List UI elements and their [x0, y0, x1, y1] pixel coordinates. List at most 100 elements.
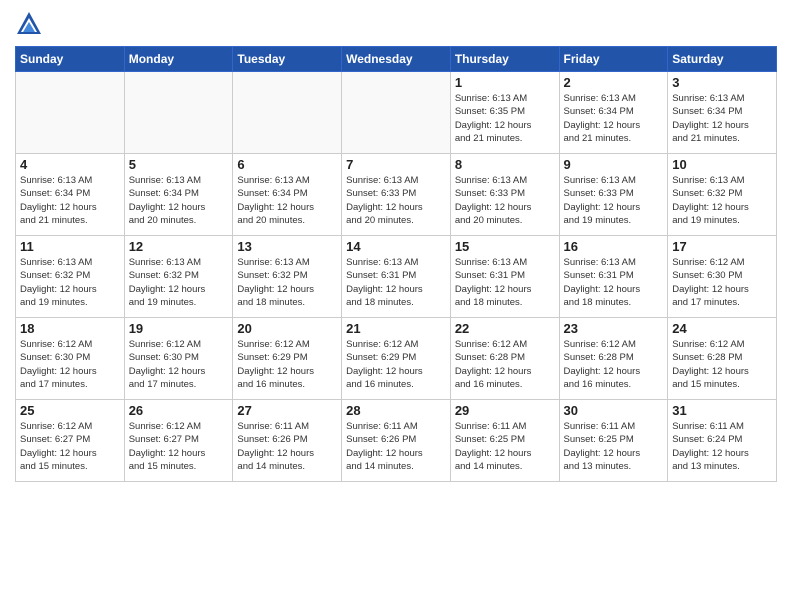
day-number: 23: [564, 321, 664, 336]
day-number: 17: [672, 239, 772, 254]
day-number: 11: [20, 239, 120, 254]
calendar-header-row: SundayMondayTuesdayWednesdayThursdayFrid…: [16, 47, 777, 72]
day-info: Sunrise: 6:13 AM Sunset: 6:31 PM Dayligh…: [564, 256, 664, 309]
calendar-header-sunday: Sunday: [16, 47, 125, 72]
calendar-week-1: 1 Sunrise: 6:13 AM Sunset: 6:35 PM Daylig…: [16, 72, 777, 154]
day-number: 15: [455, 239, 555, 254]
calendar-week-4: 18 Sunrise: 6:12 AM Sunset: 6:30 PM Dayli…: [16, 318, 777, 400]
day-info: Sunrise: 6:11 AM Sunset: 6:25 PM Dayligh…: [564, 420, 664, 473]
day-number: 10: [672, 157, 772, 172]
calendar-cell: 22 Sunrise: 6:12 AM Sunset: 6:28 PM Dayli…: [450, 318, 559, 400]
day-number: 29: [455, 403, 555, 418]
calendar-cell: 12 Sunrise: 6:13 AM Sunset: 6:32 PM Dayli…: [124, 236, 233, 318]
day-info: Sunrise: 6:12 AM Sunset: 6:29 PM Dayligh…: [346, 338, 446, 391]
calendar-cell: 29Sunrise: 6:11 AM Sunset: 6:25 PM Dayli…: [450, 400, 559, 482]
day-number: 25: [20, 403, 120, 418]
day-info: Sunrise: 6:13 AM Sunset: 6:31 PM Dayligh…: [455, 256, 555, 309]
day-number: 8: [455, 157, 555, 172]
day-number: 18: [20, 321, 120, 336]
day-info: Sunrise: 6:12 AM Sunset: 6:29 PM Dayligh…: [237, 338, 337, 391]
day-info: Sunrise: 6:13 AM Sunset: 6:32 PM Dayligh…: [129, 256, 229, 309]
day-number: 24: [672, 321, 772, 336]
calendar-header-saturday: Saturday: [668, 47, 777, 72]
calendar-cell: 18 Sunrise: 6:12 AM Sunset: 6:30 PM Dayli…: [16, 318, 125, 400]
day-number: 5: [129, 157, 229, 172]
calendar-cell: 4Sunrise: 6:13 AM Sunset: 6:34 PM Daylig…: [16, 154, 125, 236]
day-number: 19: [129, 321, 229, 336]
day-number: 3: [672, 75, 772, 90]
calendar-cell: 19 Sunrise: 6:12 AM Sunset: 6:30 PM Dayli…: [124, 318, 233, 400]
day-info: Sunrise: 6:12 AM Sunset: 6:28 PM Dayligh…: [455, 338, 555, 391]
day-info: Sunrise: 6:12 AM Sunset: 6:30 PM Dayligh…: [20, 338, 120, 391]
calendar-cell: 6 Sunrise: 6:13 AM Sunset: 6:34 PM Daylig…: [233, 154, 342, 236]
logo: [15, 10, 47, 38]
day-number: 16: [564, 239, 664, 254]
calendar-cell: 10Sunrise: 6:13 AM Sunset: 6:32 PM Dayli…: [668, 154, 777, 236]
day-info: Sunrise: 6:13 AM Sunset: 6:32 PM Dayligh…: [237, 256, 337, 309]
calendar-cell: 16 Sunrise: 6:13 AM Sunset: 6:31 PM Dayli…: [559, 236, 668, 318]
day-info: Sunrise: 6:13 AM Sunset: 6:34 PM Dayligh…: [672, 92, 772, 145]
day-info: Sunrise: 6:12 AM Sunset: 6:28 PM Dayligh…: [672, 338, 772, 391]
day-number: 14: [346, 239, 446, 254]
day-info: Sunrise: 6:13 AM Sunset: 6:34 PM Dayligh…: [564, 92, 664, 145]
calendar-cell: 17 Sunrise: 6:12 AM Sunset: 6:30 PM Dayli…: [668, 236, 777, 318]
calendar-cell: 25 Sunrise: 6:12 AM Sunset: 6:27 PM Dayli…: [16, 400, 125, 482]
day-number: 28: [346, 403, 446, 418]
calendar-cell: 3 Sunrise: 6:13 AM Sunset: 6:34 PM Daylig…: [668, 72, 777, 154]
calendar-cell: [233, 72, 342, 154]
day-info: Sunrise: 6:12 AM Sunset: 6:30 PM Dayligh…: [129, 338, 229, 391]
calendar-header-wednesday: Wednesday: [342, 47, 451, 72]
calendar-cell: 7 Sunrise: 6:13 AM Sunset: 6:33 PM Daylig…: [342, 154, 451, 236]
day-info: Sunrise: 6:12 AM Sunset: 6:30 PM Dayligh…: [672, 256, 772, 309]
calendar-cell: 23 Sunrise: 6:12 AM Sunset: 6:28 PM Dayli…: [559, 318, 668, 400]
calendar-cell: 15 Sunrise: 6:13 AM Sunset: 6:31 PM Dayli…: [450, 236, 559, 318]
calendar-cell: 13 Sunrise: 6:13 AM Sunset: 6:32 PM Dayli…: [233, 236, 342, 318]
page-container: SundayMondayTuesdayWednesdayThursdayFrid…: [0, 0, 792, 492]
day-number: 7: [346, 157, 446, 172]
day-number: 9: [564, 157, 664, 172]
calendar-cell: 28 Sunrise: 6:11 AM Sunset: 6:26 PM Dayli…: [342, 400, 451, 482]
calendar-header-friday: Friday: [559, 47, 668, 72]
day-info: Sunrise: 6:13 AM Sunset: 6:35 PM Dayligh…: [455, 92, 555, 145]
calendar-week-2: 4Sunrise: 6:13 AM Sunset: 6:34 PM Daylig…: [16, 154, 777, 236]
day-number: 20: [237, 321, 337, 336]
calendar-cell: 20 Sunrise: 6:12 AM Sunset: 6:29 PM Dayli…: [233, 318, 342, 400]
day-info: Sunrise: 6:12 AM Sunset: 6:27 PM Dayligh…: [20, 420, 120, 473]
calendar-header-thursday: Thursday: [450, 47, 559, 72]
day-number: 22: [455, 321, 555, 336]
day-info: Sunrise: 6:12 AM Sunset: 6:28 PM Dayligh…: [564, 338, 664, 391]
calendar-cell: 9 Sunrise: 6:13 AM Sunset: 6:33 PM Daylig…: [559, 154, 668, 236]
day-number: 30: [564, 403, 664, 418]
day-number: 13: [237, 239, 337, 254]
logo-icon: [15, 10, 43, 38]
calendar-cell: 21 Sunrise: 6:12 AM Sunset: 6:29 PM Dayli…: [342, 318, 451, 400]
day-info: Sunrise: 6:13 AM Sunset: 6:34 PM Dayligh…: [20, 174, 120, 227]
calendar-cell: 5 Sunrise: 6:13 AM Sunset: 6:34 PM Daylig…: [124, 154, 233, 236]
day-info: Sunrise: 6:13 AM Sunset: 6:33 PM Dayligh…: [455, 174, 555, 227]
calendar-cell: [124, 72, 233, 154]
day-info: Sunrise: 6:13 AM Sunset: 6:34 PM Dayligh…: [237, 174, 337, 227]
calendar-cell: 31Sunrise: 6:11 AM Sunset: 6:24 PM Dayli…: [668, 400, 777, 482]
calendar-cell: 26Sunrise: 6:12 AM Sunset: 6:27 PM Dayli…: [124, 400, 233, 482]
calendar-cell: 2Sunrise: 6:13 AM Sunset: 6:34 PM Daylig…: [559, 72, 668, 154]
day-number: 26: [129, 403, 229, 418]
calendar-week-5: 25 Sunrise: 6:12 AM Sunset: 6:27 PM Dayli…: [16, 400, 777, 482]
calendar-cell: 11 Sunrise: 6:13 AM Sunset: 6:32 PM Dayli…: [16, 236, 125, 318]
calendar-header-tuesday: Tuesday: [233, 47, 342, 72]
day-info: Sunrise: 6:13 AM Sunset: 6:32 PM Dayligh…: [20, 256, 120, 309]
day-number: 6: [237, 157, 337, 172]
day-number: 1: [455, 75, 555, 90]
day-info: Sunrise: 6:11 AM Sunset: 6:26 PM Dayligh…: [346, 420, 446, 473]
calendar-cell: 24 Sunrise: 6:12 AM Sunset: 6:28 PM Dayli…: [668, 318, 777, 400]
calendar-cell: 30 Sunrise: 6:11 AM Sunset: 6:25 PM Dayli…: [559, 400, 668, 482]
day-info: Sunrise: 6:13 AM Sunset: 6:33 PM Dayligh…: [564, 174, 664, 227]
calendar-cell: [342, 72, 451, 154]
calendar-header-monday: Monday: [124, 47, 233, 72]
day-number: 12: [129, 239, 229, 254]
day-number: 31: [672, 403, 772, 418]
header: [15, 10, 777, 38]
day-info: Sunrise: 6:13 AM Sunset: 6:33 PM Dayligh…: [346, 174, 446, 227]
calendar-cell: 1 Sunrise: 6:13 AM Sunset: 6:35 PM Daylig…: [450, 72, 559, 154]
day-info: Sunrise: 6:13 AM Sunset: 6:34 PM Dayligh…: [129, 174, 229, 227]
day-number: 21: [346, 321, 446, 336]
